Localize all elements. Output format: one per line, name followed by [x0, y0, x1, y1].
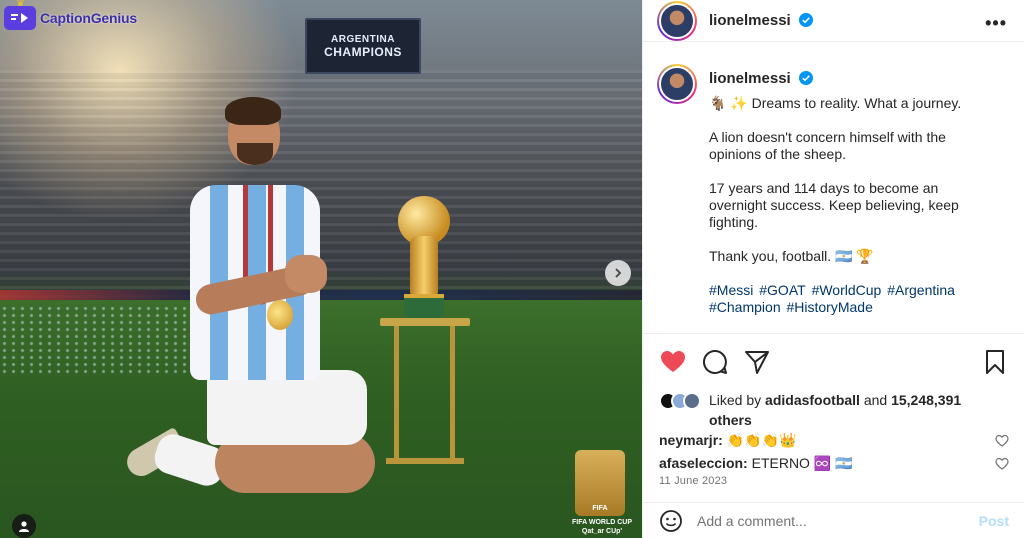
- caption-play-icon: [11, 13, 28, 23]
- hashtag-link[interactable]: #Argentina: [887, 282, 955, 298]
- caption-line: A lion doesn't concern himself with the: [709, 129, 946, 145]
- emblem-caption-line2: Qat_ar CUp': [581, 528, 623, 535]
- post-actions-section: Liked by adidasfootball and 15,248,391 o…: [643, 333, 1024, 538]
- add-comment-input[interactable]: [697, 513, 957, 529]
- comment-username[interactable]: afaseleccion:: [659, 455, 748, 471]
- comment-row: neymarjr: 👏👏👏👑: [659, 432, 1009, 452]
- crown-icon: ♛: [16, 0, 25, 9]
- caption-line: Thank you, football. 🇦🇷 🏆: [709, 248, 874, 264]
- verified-badge-icon: [798, 13, 813, 27]
- hashtag-link[interactable]: #WorldCup: [812, 282, 882, 298]
- caption-line: fighting.: [709, 214, 759, 230]
- scoreboard-line2: CHAMPIONS: [324, 44, 402, 59]
- pedestal-leg: [394, 326, 399, 461]
- comment-row: afaseleccion: ETERNO ♾️ 🇦🇷: [659, 455, 1009, 475]
- emblem-caption: FIFA WORLD CUP Qat_ar CUp': [566, 518, 638, 536]
- comment-icon[interactable]: [701, 348, 729, 376]
- carousel-next-button[interactable]: [605, 260, 631, 286]
- post-side-panel: lionelmessi ••• lionelmessi 🐐 ✨ Dreams t…: [642, 0, 1024, 538]
- beard: [237, 143, 273, 165]
- user-icon: [19, 521, 29, 532]
- save-bookmark-icon[interactable]: [981, 348, 1009, 376]
- like-heart-icon[interactable]: [659, 348, 687, 376]
- post-header: lionelmessi •••: [643, 0, 1024, 42]
- likes-text[interactable]: Liked by adidasfootball and 15,248,391 o…: [709, 390, 999, 430]
- post-photo[interactable]: ARGENTINA CHAMPIONS FIFA FIFA WORLD CUP …: [0, 0, 642, 538]
- caption-text: lionelmessi 🐐 ✨ Dreams to reality. What …: [709, 70, 999, 316]
- likes-prefix: Liked by: [709, 392, 762, 408]
- post-date[interactable]: 11 June 2023: [659, 475, 727, 487]
- author-avatar[interactable]: [657, 0, 697, 41]
- hashtag-link[interactable]: #HistoryMade: [787, 299, 873, 315]
- caption-author-avatar[interactable]: [657, 64, 697, 104]
- trophy-body: [410, 236, 438, 296]
- caption-section: lionelmessi 🐐 ✨ Dreams to reality. What …: [657, 64, 1017, 330]
- caption-username[interactable]: lionelmessi: [709, 70, 999, 87]
- liked-by-user[interactable]: adidasfootball: [765, 392, 860, 408]
- captiongenius-logo-icon: ♛: [4, 0, 36, 30]
- caption-paragraph: Thank you, football. 🇦🇷 🏆: [709, 248, 999, 265]
- comment-like-icon[interactable]: [995, 434, 1009, 448]
- caption-row: lionelmessi 🐐 ✨ Dreams to reality. What …: [657, 64, 1017, 316]
- watermark-brand: CaptionGenius: [40, 10, 137, 26]
- comment-text: ETERNO ♾️ 🇦🇷: [751, 455, 853, 471]
- liker-avatars: [659, 392, 701, 410]
- likes-count[interactable]: 15,248,391: [891, 392, 961, 408]
- clasped-hands: [285, 255, 327, 293]
- more-options-icon[interactable]: •••: [985, 13, 1007, 34]
- hashtag-link[interactable]: #GOAT: [759, 282, 805, 298]
- emoji-smiley-icon[interactable]: [659, 509, 683, 533]
- caption-paragraph: 17 years and 114 days to become an overn…: [709, 180, 999, 231]
- caption-line: 🐐 ✨ Dreams to reality. What a journey.: [709, 95, 999, 112]
- author-username-text[interactable]: lionelmessi: [709, 12, 791, 29]
- world-cup-trophy: [398, 196, 450, 320]
- comment-like-icon[interactable]: [995, 457, 1009, 471]
- hashtag-link[interactable]: #Messi: [709, 282, 753, 298]
- hashtags: #Messi #GOAT #WorldCup #Argentina #Champ…: [709, 282, 999, 316]
- player-figure: [122, 95, 385, 495]
- shorts: [207, 370, 367, 445]
- caption-line: overnight success. Keep believing, keep: [709, 197, 959, 213]
- stadium-scoreboard: ARGENTINA CHAMPIONS: [305, 18, 421, 74]
- author-username[interactable]: lionelmessi: [709, 12, 813, 29]
- caption-line-1: ✨ Dreams to reality. What a journey.: [730, 95, 962, 111]
- avatar-image: [659, 2, 695, 39]
- trophy-base: [404, 294, 444, 318]
- caption-paragraph: A lion doesn't concern himself with the …: [709, 129, 999, 163]
- pedestal-leg: [450, 326, 455, 461]
- gold-medal: [267, 300, 293, 330]
- likes-and: and: [863, 392, 888, 408]
- fifa-world-cup-emblem: FIFA: [575, 450, 625, 516]
- share-icon[interactable]: [743, 348, 771, 376]
- goat-emoji-icon: 🐐: [709, 95, 727, 111]
- hair: [225, 97, 281, 125]
- comment-username[interactable]: neymarjr:: [659, 432, 723, 448]
- add-comment-bar: Post: [643, 502, 1024, 538]
- comment-text: 👏👏👏👑: [726, 432, 797, 448]
- trophy-pedestal: [380, 318, 470, 466]
- avatar-image: [659, 66, 695, 102]
- chevron-right-icon: [615, 268, 622, 278]
- scoreboard-line1: ARGENTINA: [331, 33, 395, 45]
- tagged-users-button[interactable]: [12, 514, 36, 538]
- verified-badge-icon: [798, 71, 813, 85]
- pedestal-base: [386, 458, 464, 464]
- liker-avatar: [683, 392, 701, 410]
- emblem-caption-line1: FIFA WORLD CUP: [571, 519, 632, 526]
- likes-others[interactable]: others: [709, 412, 752, 428]
- post-comment-button[interactable]: Post: [979, 513, 1009, 529]
- caption-username-text[interactable]: lionelmessi: [709, 70, 791, 87]
- caption-line: opinions of the sheep.: [709, 146, 846, 162]
- likes-summary: Liked by adidasfootball and 15,248,391 o…: [659, 390, 1009, 430]
- action-bar: [659, 348, 1009, 376]
- badge-text: FIFA: [592, 505, 608, 512]
- caption-line: 17 years and 114 days to become an: [709, 180, 939, 196]
- hashtag-link[interactable]: #Champion: [709, 299, 781, 315]
- watermark: ♛ CaptionGenius: [4, 0, 137, 30]
